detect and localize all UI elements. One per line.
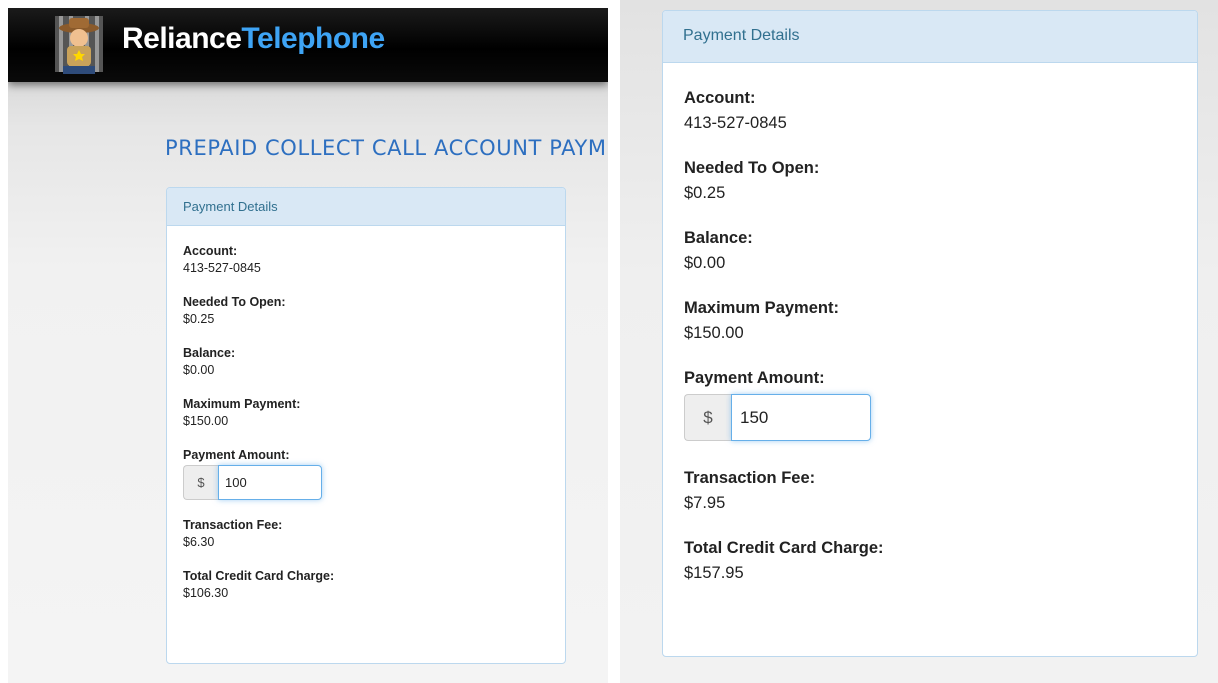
payment-details-panel-zoomed: Payment Details Account: 413-527-0845 Ne… (662, 10, 1198, 657)
balance-label: Balance: (183, 346, 236, 360)
total-charge-value: $157.95 (684, 564, 744, 582)
payment-amount-input[interactable] (731, 394, 871, 441)
total-charge-value: $106.30 (183, 586, 229, 600)
account-value: 413-527-0845 (183, 261, 261, 275)
brand-text-telephone: Telephone (241, 22, 385, 55)
maximum-payment-value: $150.00 (183, 414, 229, 428)
payment-amount-group: $ (183, 465, 549, 500)
payment-amount-label: Payment Amount: (684, 369, 825, 387)
transaction-fee-value: $6.30 (183, 535, 215, 549)
sheriff-mascot-icon (55, 16, 103, 74)
payment-amount-group: $ (684, 394, 1177, 441)
maximum-payment-value: $150.00 (684, 324, 744, 342)
needed-to-open-label: Needed To Open: (183, 295, 286, 309)
transaction-fee-value: $7.95 (684, 494, 726, 512)
transaction-fee-label: Transaction Fee: (183, 518, 283, 532)
currency-addon: $ (183, 465, 218, 500)
maximum-payment-label: Maximum Payment: (183, 397, 301, 411)
site-header: RelianceTelephone (8, 8, 608, 82)
panel-heading: Payment Details (663, 11, 1197, 63)
panel-body: Account: 413-527-0845 Needed To Open: $0… (663, 63, 1197, 583)
needed-to-open-value: $0.25 (684, 184, 726, 202)
payment-amount-label: Payment Amount: (183, 448, 290, 462)
panel-heading: Payment Details (167, 188, 565, 226)
currency-addon: $ (684, 394, 731, 441)
transaction-fee-label: Transaction Fee: (684, 469, 816, 487)
brand-logo[interactable]: RelianceTelephone (122, 22, 385, 56)
left-screenshot: RelianceTelephone PREPAID COLLECT CALL A… (8, 8, 608, 683)
needed-to-open-label: Needed To Open: (684, 159, 820, 177)
maximum-payment-label: Maximum Payment: (684, 299, 839, 317)
page-title: PREPAID COLLECT CALL ACCOUNT PAYMEN (165, 136, 608, 160)
brand-text-reliance: Reliance (122, 22, 242, 55)
account-label: Account: (684, 89, 756, 107)
total-charge-label: Total Credit Card Charge: (684, 539, 884, 557)
account-value: 413-527-0845 (684, 114, 787, 132)
balance-value: $0.00 (684, 254, 726, 272)
balance-label: Balance: (684, 229, 753, 247)
payment-amount-input[interactable] (218, 465, 322, 500)
balance-value: $0.00 (183, 363, 215, 377)
payment-details-panel: Payment Details Account: 413-527-0845 Ne… (166, 187, 566, 664)
right-screenshot: Payment Details Account: 413-527-0845 Ne… (620, 0, 1218, 683)
needed-to-open-value: $0.25 (183, 312, 215, 326)
panel-body: Account: 413-527-0845 Needed To Open: $0… (167, 226, 565, 600)
total-charge-label: Total Credit Card Charge: (183, 569, 335, 583)
account-label: Account: (183, 244, 238, 258)
